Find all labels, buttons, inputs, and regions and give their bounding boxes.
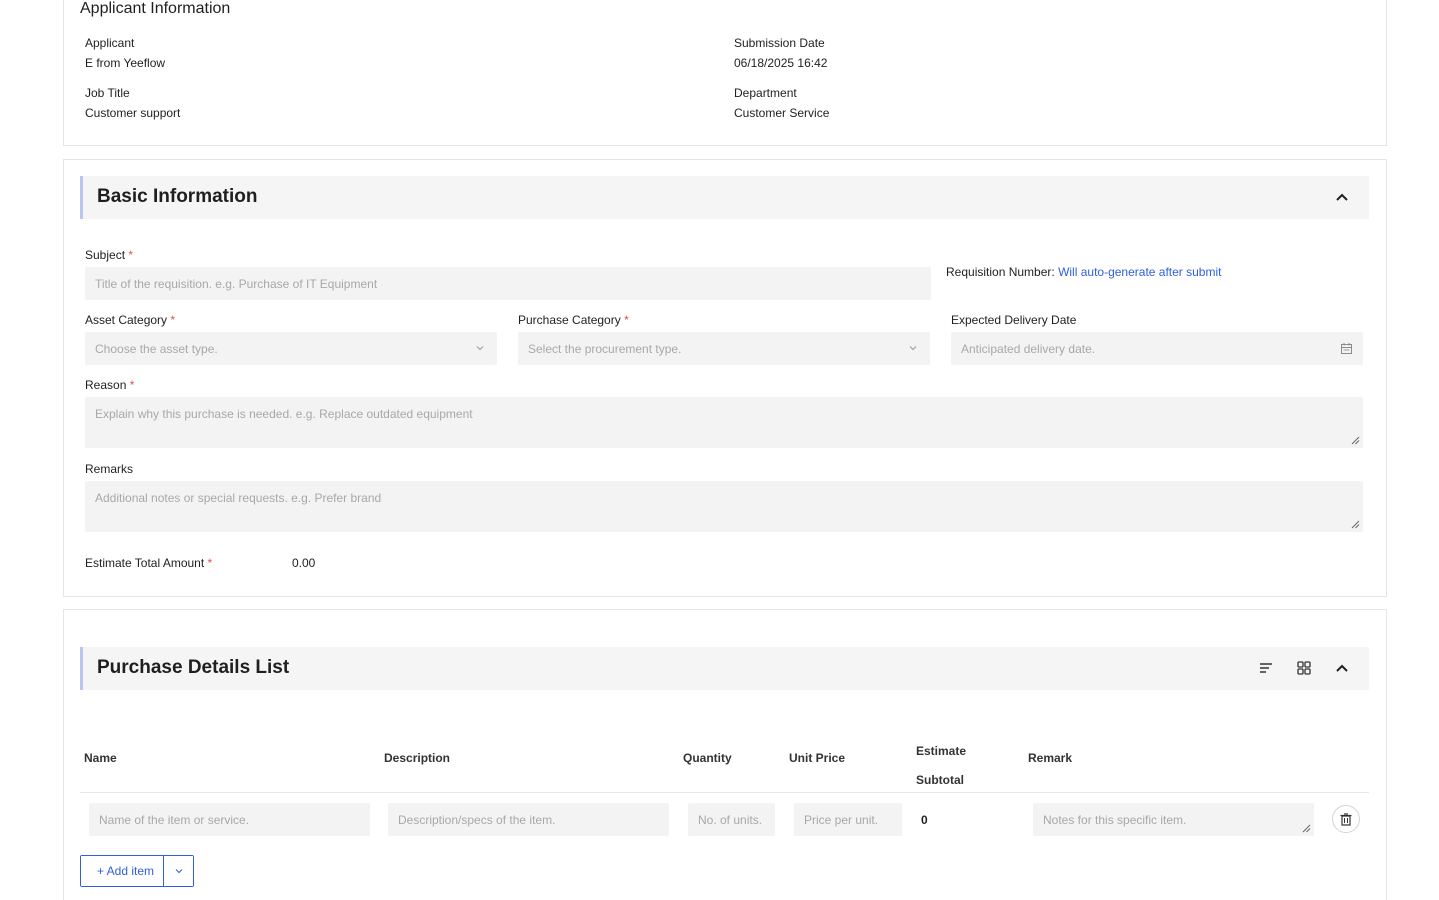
basic-info-title: Basic Information xyxy=(97,186,258,207)
requisition-number: Requisition Number: Will auto-generate a… xyxy=(946,265,1221,279)
grid-view-icon[interactable] xyxy=(1294,658,1314,678)
applicant-field: Applicant E from Yeeflow xyxy=(85,36,165,70)
item-name-input[interactable]: Name of the item or service. xyxy=(89,803,370,836)
subject-label: Subject * xyxy=(85,248,134,262)
applicant-info-title: Applicant Information xyxy=(80,0,231,17)
submission-date-field: Submission Date 06/18/2025 16:42 xyxy=(734,36,827,70)
add-item-dropdown-button[interactable] xyxy=(164,856,194,886)
chevron-down-icon xyxy=(476,346,484,351)
column-header-name: Name xyxy=(84,751,117,765)
sort-lines-icon[interactable] xyxy=(1256,658,1276,678)
chevron-down-icon xyxy=(909,346,917,351)
department-value: Customer Service xyxy=(734,106,830,120)
required-marker: * xyxy=(128,248,134,262)
add-item-button[interactable]: + Add item xyxy=(81,856,165,886)
column-header-estimate-subtotal: Estimate Subtotal xyxy=(916,744,967,787)
purchase-details-header[interactable]: Purchase Details List xyxy=(80,647,1369,690)
requisition-number-value: Will auto-generate after submit xyxy=(1058,265,1222,279)
submission-date-label: Submission Date xyxy=(734,36,825,50)
required-marker: * xyxy=(207,556,213,570)
resize-handle-icon xyxy=(1351,436,1360,445)
resize-handle-icon xyxy=(1351,520,1360,529)
collapse-chevron-up-icon[interactable] xyxy=(1332,187,1352,207)
remarks-textarea[interactable]: Additional notes or special requests. e.… xyxy=(85,481,1363,532)
calendar-icon xyxy=(1341,343,1352,354)
asset-category-select[interactable]: Choose the asset type. xyxy=(85,332,497,365)
add-item-split-button: + Add item xyxy=(80,855,195,887)
purchase-details-title: Purchase Details List xyxy=(97,657,290,678)
applicant-value: E from Yeeflow xyxy=(85,56,166,70)
column-header-unit-price: Unit Price xyxy=(789,751,846,765)
reason-label: Reason * xyxy=(85,378,135,392)
purchase-details-card: Purchase Details List Name Description Q… xyxy=(63,609,1387,900)
item-description-input[interactable]: Description/specs of the item. xyxy=(388,803,669,836)
job-title-value: Customer support xyxy=(85,106,181,120)
required-marker: * xyxy=(170,313,176,327)
resize-handle-icon xyxy=(1302,824,1311,833)
requisition-number-label: Requisition Number: xyxy=(946,265,1055,279)
estimate-total-value: 0.00 xyxy=(292,556,316,570)
department-label: Department xyxy=(734,86,797,100)
job-title-field: Job Title Customer support xyxy=(85,86,180,120)
expected-delivery-label: Expected Delivery Date xyxy=(951,313,1077,327)
trash-icon xyxy=(1340,812,1352,826)
item-quantity-input[interactable]: No. of units. xyxy=(688,803,775,836)
column-header-description: Description xyxy=(384,751,451,765)
item-subtotal-value: 0 xyxy=(921,813,928,827)
item-remark-input[interactable]: Notes for this specific item. xyxy=(1033,803,1314,836)
delete-row-button[interactable] xyxy=(1332,805,1360,833)
column-header-quantity: Quantity xyxy=(683,751,732,765)
job-title-label: Job Title xyxy=(85,86,130,100)
purchase-category-select[interactable]: Select the procurement type. xyxy=(518,332,930,365)
basic-info-header[interactable]: Basic Information xyxy=(80,176,1369,219)
basic-info-card: Basic Information Subject * Title of the… xyxy=(63,159,1387,597)
table-divider xyxy=(80,792,1369,793)
subject-input[interactable]: Title of the requisition. e.g. Purchase … xyxy=(85,267,931,300)
submission-date-value: 06/18/2025 16:42 xyxy=(734,56,828,70)
item-unit-price-input[interactable]: Price per unit. xyxy=(794,803,902,836)
remarks-label: Remarks xyxy=(85,462,134,476)
estimate-total-label: Estimate Total Amount * xyxy=(85,556,213,570)
asset-category-label: Asset Category * xyxy=(85,313,176,327)
collapse-chevron-up-icon[interactable] xyxy=(1332,658,1352,678)
department-field: Department Customer Service xyxy=(734,86,829,120)
applicant-info-card: Applicant Information Applicant E from Y… xyxy=(63,0,1387,146)
column-header-remark: Remark xyxy=(1028,751,1073,765)
required-marker: * xyxy=(129,378,135,392)
reason-textarea[interactable]: Explain why this purchase is needed. e.g… xyxy=(85,397,1363,448)
chevron-down-icon xyxy=(175,869,182,874)
required-marker: * xyxy=(624,313,629,327)
applicant-label: Applicant xyxy=(85,36,135,50)
expected-delivery-date-picker[interactable]: Anticipated delivery date. xyxy=(951,332,1363,365)
purchase-category-label: Purchase Category * xyxy=(518,313,629,327)
